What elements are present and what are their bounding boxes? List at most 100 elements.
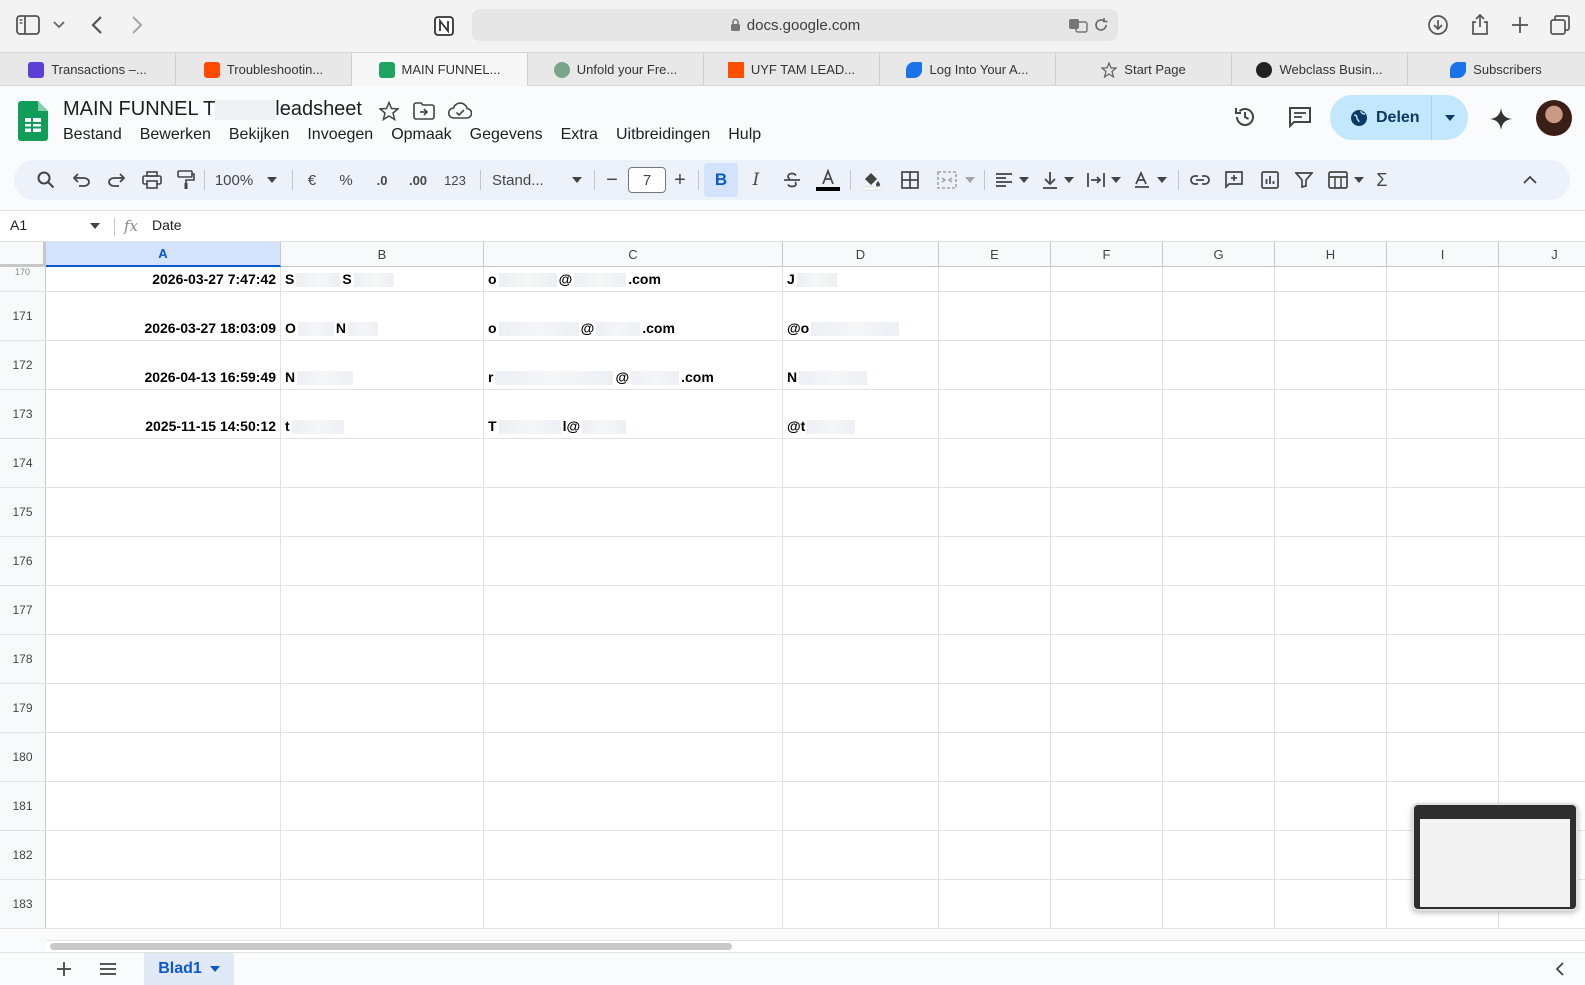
row-header[interactable]: 181 <box>0 782 46 830</box>
cell-empty[interactable] <box>1051 537 1163 585</box>
cell-empty[interactable] <box>1275 439 1387 487</box>
cell-empty[interactable] <box>1499 635 1585 683</box>
cell-empty[interactable] <box>484 684 783 732</box>
forward-icon[interactable] <box>126 12 148 38</box>
cell-empty[interactable] <box>1387 390 1499 438</box>
merge-cells-icon[interactable] <box>934 168 978 192</box>
cell-empty[interactable] <box>1163 586 1275 634</box>
cell-empty[interactable] <box>484 439 783 487</box>
cell-empty[interactable] <box>1051 782 1163 830</box>
cell-empty[interactable] <box>1499 733 1585 781</box>
cell-empty[interactable] <box>1387 488 1499 536</box>
cell-empty[interactable] <box>1163 439 1275 487</box>
cell-empty[interactable] <box>939 537 1051 585</box>
cell-empty[interactable] <box>1163 782 1275 830</box>
cell-empty[interactable] <box>1051 390 1163 438</box>
cell-empty[interactable] <box>1163 733 1275 781</box>
browser-tab[interactable]: Log Into Your A... <box>880 53 1056 86</box>
cell-empty[interactable] <box>783 782 939 830</box>
cell-empty[interactable] <box>1499 684 1585 732</box>
menu-data[interactable]: Gegevens <box>470 126 543 144</box>
cell-empty[interactable] <box>939 831 1051 879</box>
cell-empty[interactable] <box>1051 488 1163 536</box>
back-icon[interactable] <box>86 12 108 38</box>
cell-empty[interactable] <box>46 635 281 683</box>
zoom-select[interactable]: 100% <box>210 168 282 192</box>
doc-title[interactable]: MAIN FUNNEL T leadsheet <box>63 98 362 121</box>
cell-empty[interactable] <box>281 635 484 683</box>
column-header-c[interactable]: C <box>484 242 783 267</box>
comments-icon[interactable] <box>1287 104 1313 130</box>
cell-empty[interactable] <box>939 880 1051 928</box>
cell-empty[interactable] <box>1051 586 1163 634</box>
redo-icon[interactable] <box>104 168 128 192</box>
browser-tab[interactable]: Unfold your Fre... <box>528 53 704 86</box>
column-header-h[interactable]: H <box>1275 242 1387 267</box>
star-icon[interactable] <box>378 100 400 122</box>
cell-empty[interactable] <box>46 831 281 879</box>
cell-empty[interactable] <box>1499 488 1585 536</box>
cell-name[interactable]: SS <box>281 267 484 291</box>
row-header[interactable]: 180 <box>0 733 46 781</box>
sheet-tab[interactable]: Blad1 <box>144 953 234 985</box>
cell-empty[interactable] <box>783 488 939 536</box>
cell-empty[interactable] <box>939 292 1051 340</box>
cell-email[interactable]: r @ .com <box>484 341 783 389</box>
cell-empty[interactable] <box>281 782 484 830</box>
horizontal-scrollbar[interactable] <box>46 940 1585 952</box>
cell-empty[interactable] <box>783 635 939 683</box>
cell-empty[interactable] <box>484 782 783 830</box>
chevron-down-icon[interactable] <box>209 966 220 972</box>
cell-empty[interactable] <box>281 880 484 928</box>
text-rotation-icon[interactable] <box>1130 168 1170 192</box>
menu-view[interactable]: Bekijken <box>229 126 289 144</box>
gemini-icon[interactable] <box>1488 106 1514 132</box>
row-header[interactable]: 176 <box>0 537 46 585</box>
decrease-decimal-button[interactable]: .0 <box>370 168 394 192</box>
functions-button[interactable]: Σ <box>1370 168 1394 192</box>
cell-empty[interactable] <box>939 439 1051 487</box>
percent-format-button[interactable]: % <box>336 168 356 192</box>
cell-empty[interactable] <box>1387 635 1499 683</box>
cell-empty[interactable] <box>783 831 939 879</box>
cell-date[interactable]: 2026-04-13 16:59:49 <box>46 341 281 389</box>
cell-empty[interactable] <box>783 586 939 634</box>
cell-empty[interactable] <box>1499 341 1585 389</box>
column-header-j[interactable]: J <box>1499 242 1585 267</box>
cell-empty[interactable] <box>939 684 1051 732</box>
cell-empty[interactable] <box>1275 341 1387 389</box>
cell-empty[interactable] <box>281 537 484 585</box>
bold-button[interactable]: B <box>704 163 738 197</box>
cell-empty[interactable] <box>281 733 484 781</box>
cell-email[interactable]: Tl@ <box>484 390 783 438</box>
insert-link-icon[interactable] <box>1188 168 1212 192</box>
filter-icon[interactable] <box>1292 168 1316 192</box>
new-tab-icon[interactable] <box>1508 13 1532 37</box>
insert-chart-icon[interactable] <box>1258 168 1282 192</box>
cell-empty[interactable] <box>1163 292 1275 340</box>
cell-empty[interactable] <box>281 831 484 879</box>
cell-empty[interactable] <box>1163 635 1275 683</box>
cell-empty[interactable] <box>939 586 1051 634</box>
cell-empty[interactable] <box>1275 488 1387 536</box>
formula-input[interactable]: Date <box>152 217 182 233</box>
borders-icon[interactable] <box>898 168 922 192</box>
undo-icon[interactable] <box>70 168 94 192</box>
cell-empty[interactable] <box>939 267 1051 291</box>
cell-empty[interactable] <box>1275 880 1387 928</box>
select-all-corner[interactable] <box>0 242 46 267</box>
cell-empty[interactable] <box>1163 880 1275 928</box>
menu-extensions[interactable]: Uitbreidingen <box>616 126 710 144</box>
collapse-toolbar-icon[interactable] <box>1518 168 1542 192</box>
increase-font-size-button[interactable]: + <box>670 168 690 192</box>
cell-empty[interactable] <box>783 684 939 732</box>
cell-empty[interactable] <box>783 880 939 928</box>
browser-tab-active[interactable]: MAIN FUNNEL... <box>352 53 528 86</box>
cell-empty[interactable] <box>939 390 1051 438</box>
cell-empty[interactable] <box>281 439 484 487</box>
all-sheets-icon[interactable] <box>98 959 118 979</box>
cell-empty[interactable] <box>1051 733 1163 781</box>
chevron-down-icon[interactable] <box>52 18 66 32</box>
filter-views-icon[interactable] <box>1326 168 1366 192</box>
cell-empty[interactable] <box>1499 537 1585 585</box>
